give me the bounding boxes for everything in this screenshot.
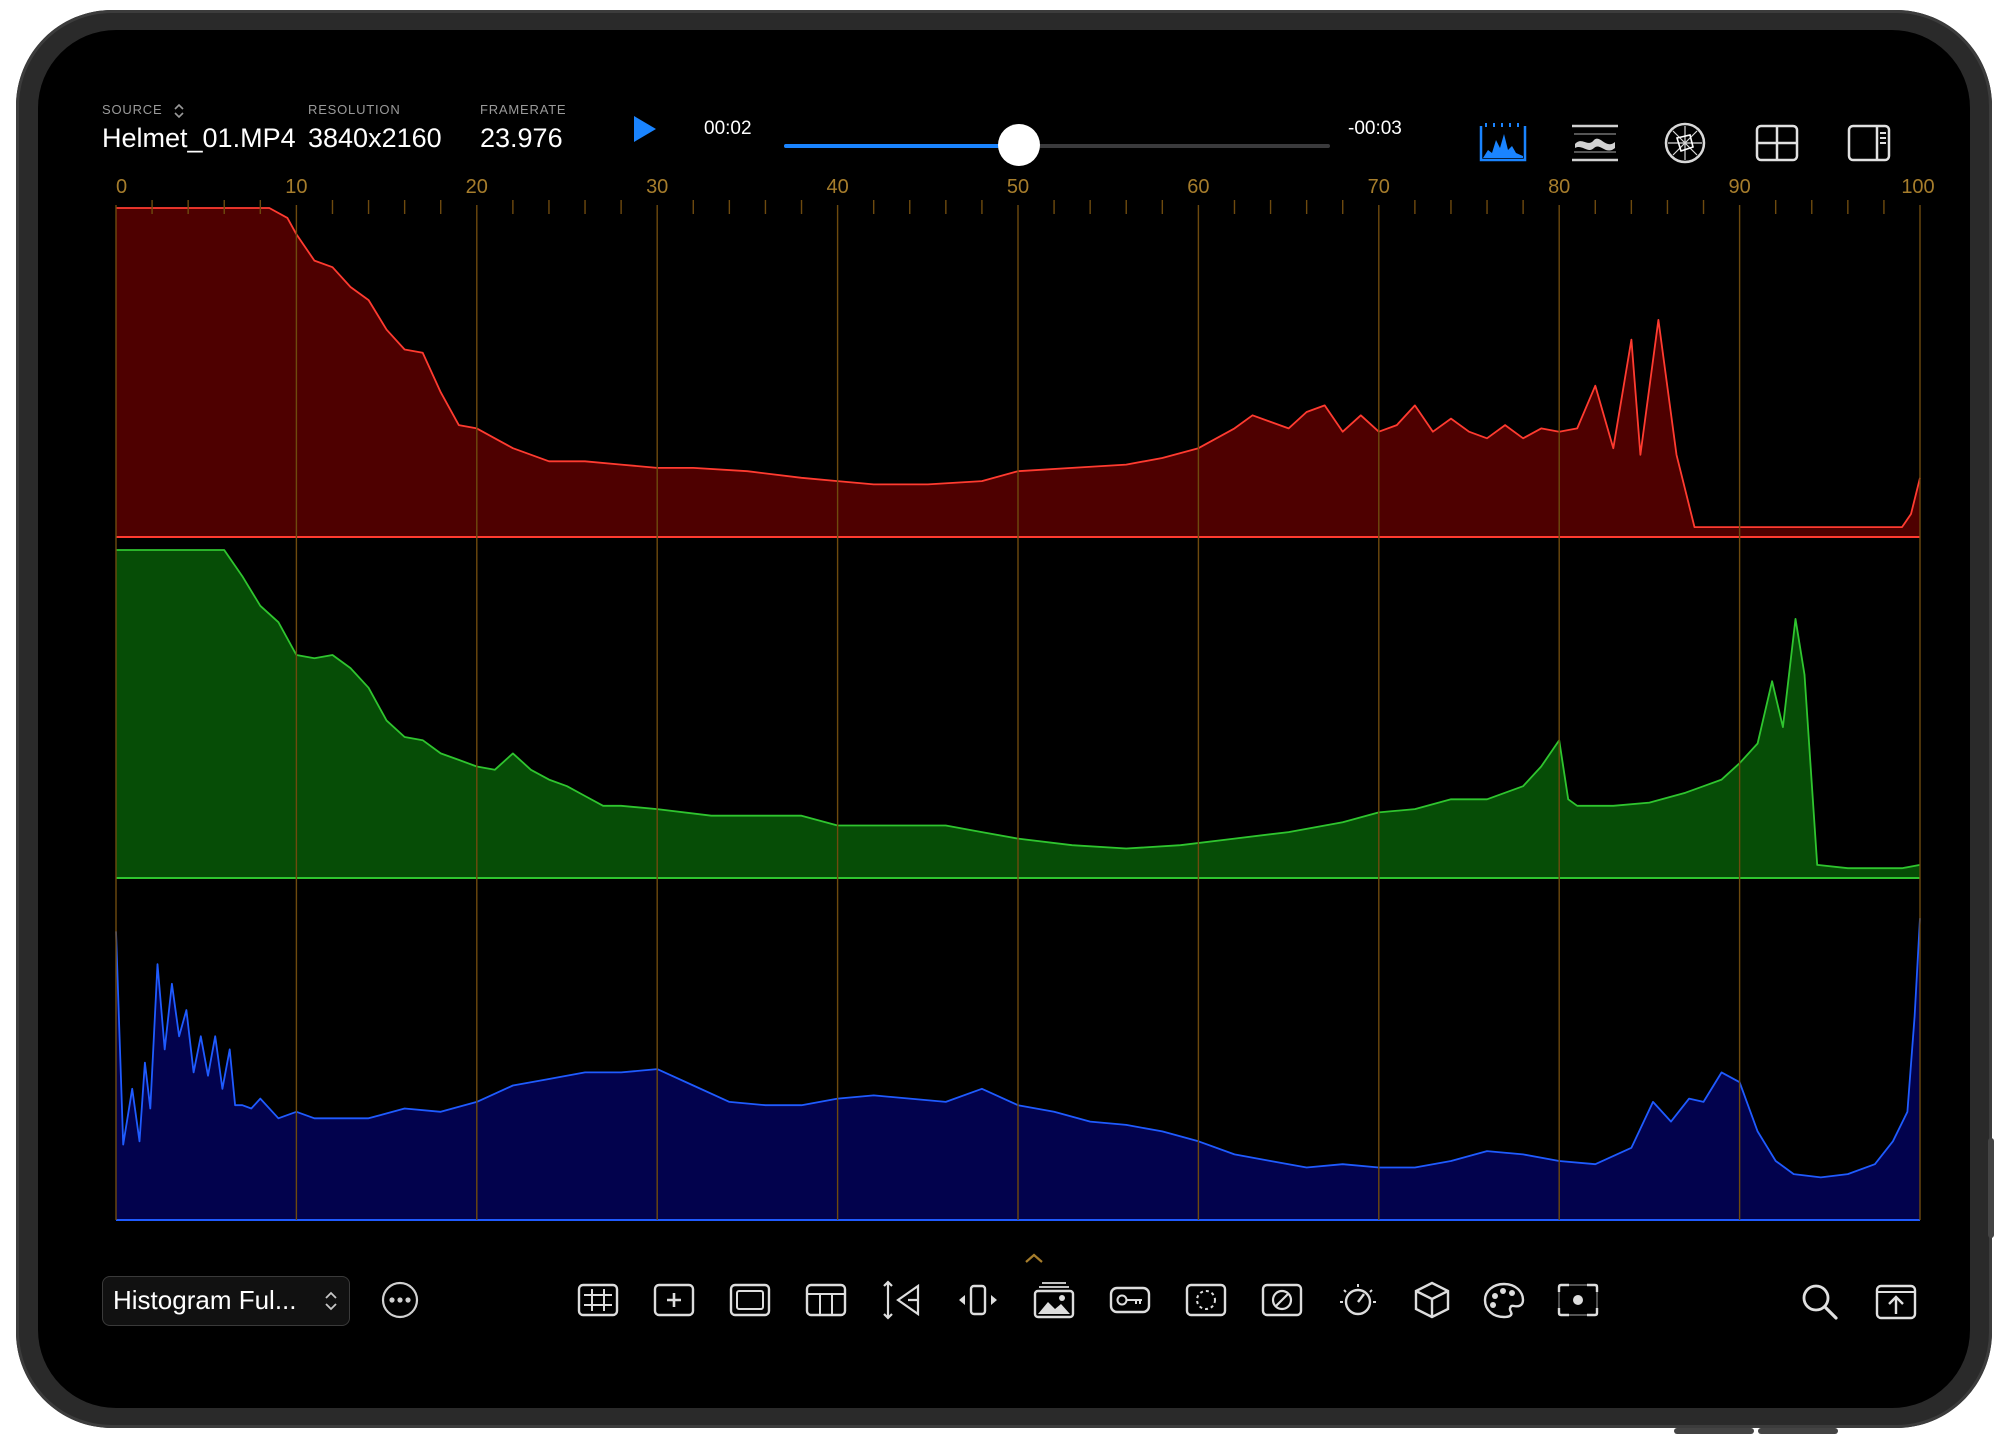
exposure-icon[interactable] [1336,1280,1380,1320]
false-color-icon[interactable] [1260,1280,1304,1320]
tablet-frame: SOURCE Helmet_01.MP4 RESOLUTION 3840x216… [16,10,1994,1434]
scope-mode-select[interactable]: Histogram Ful... [102,1276,350,1326]
mask-icon[interactable] [1184,1280,1228,1320]
power-button [1988,1138,1994,1238]
focus-peaking-icon[interactable] [1556,1280,1600,1320]
image-overlay-icon[interactable] [1032,1280,1076,1320]
crosshair-icon[interactable] [652,1280,696,1320]
x-tick-label: 30 [646,176,668,198]
grid-overlay-icon[interactable] [576,1280,620,1320]
x-tick-label: 60 [1187,176,1209,198]
search-icon[interactable] [1798,1280,1842,1324]
chevron-updown-icon [325,1291,337,1311]
key-icon[interactable] [1108,1280,1152,1320]
x-tick-label: 10 [285,176,307,198]
palette-icon[interactable] [1482,1280,1526,1320]
x-tick-label: 50 [1007,176,1029,198]
x-tick-label: 40 [826,176,848,198]
x-tick-label: 80 [1548,176,1570,198]
3d-lut-icon[interactable] [1410,1280,1454,1320]
x-tick-label: 0 [116,176,127,198]
flip-icon[interactable] [956,1280,1000,1320]
app-screen: SOURCE Helmet_01.MP4 RESOLUTION 3840x216… [38,30,1970,1408]
volume-button [1674,1428,1754,1434]
safe-area-icon[interactable] [728,1280,772,1320]
volume-button [1758,1428,1838,1434]
expand-toolbar-icon[interactable] [1024,1252,1044,1264]
scope-mode-value: Histogram Ful... [113,1285,297,1315]
x-tick-label: 20 [466,176,488,198]
histogram-chart: 0 10 20 30 40 50 60 70 80 90 100 [115,176,1935,1221]
frame-guide-icon[interactable] [804,1280,848,1320]
more-options-icon[interactable] [380,1280,420,1320]
export-icon[interactable] [1874,1280,1918,1324]
x-tick-label: 70 [1368,176,1390,198]
x-tick-label: 90 [1728,176,1750,198]
x-tick-label: 100 [1901,176,1934,198]
anamorphic-icon[interactable] [880,1280,924,1320]
